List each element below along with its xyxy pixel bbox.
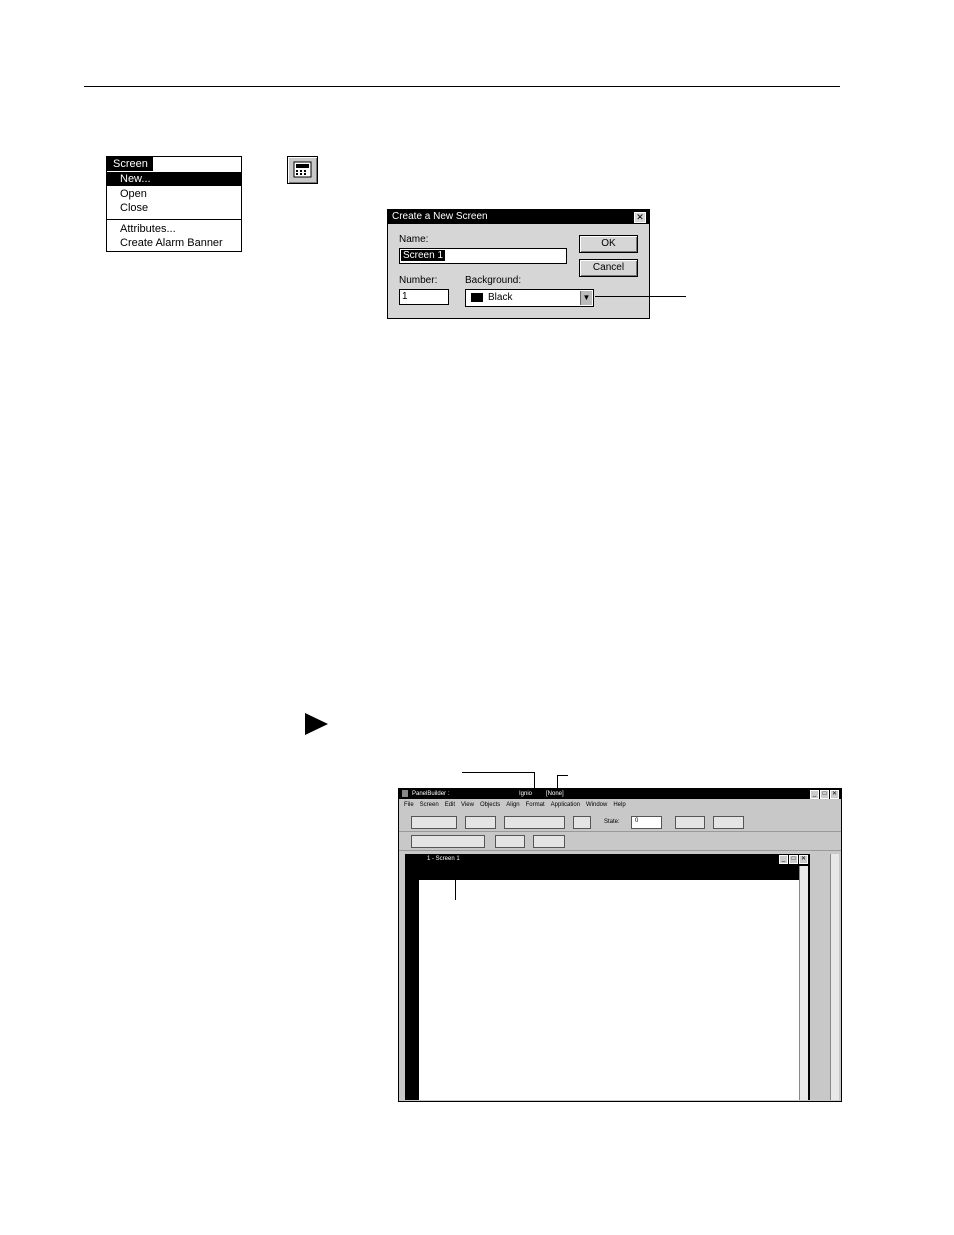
align-tools-button[interactable] xyxy=(411,835,485,848)
main-scrollbar[interactable] xyxy=(830,854,839,1100)
state-step-button[interactable] xyxy=(675,816,705,829)
doc-scrollbar[interactable] xyxy=(799,866,808,1100)
file-tools-button[interactable] xyxy=(411,816,457,829)
pb-menubar: File Screen Edit View Objects Align Format Appl… xyxy=(399,800,841,810)
background-label: Background: xyxy=(465,275,522,286)
screen-canvas[interactable] xyxy=(419,880,799,1100)
menu-separator xyxy=(107,219,241,220)
ok-button[interactable]: OK xyxy=(579,235,638,253)
state-label: State: xyxy=(604,819,620,825)
menu-view[interactable]: View xyxy=(461,802,474,808)
doc-title-bar: 1 - Screen 1 _ □ ✕ xyxy=(405,854,810,864)
menu-window[interactable]: Window xyxy=(586,802,607,808)
pb-terminal-name: [None] xyxy=(546,791,564,797)
screen-document-window: 1 - Screen 1 _ □ ✕ xyxy=(405,854,810,1100)
maximize-icon[interactable]: □ xyxy=(820,790,829,799)
menu-format[interactable]: Format xyxy=(526,802,545,808)
new-screen-icon xyxy=(293,161,312,178)
number-label: Number: xyxy=(399,275,438,286)
menu-help[interactable]: Help xyxy=(613,802,625,808)
state-select[interactable]: 0 xyxy=(631,816,662,829)
zoom-tools-button[interactable] xyxy=(713,816,744,829)
menu-application[interactable]: Application xyxy=(551,802,580,808)
callout-line-terminal xyxy=(557,775,568,776)
screen-menu: Screen New... Open Close Attributes... C… xyxy=(106,156,242,252)
menu-edit[interactable]: Edit xyxy=(445,802,455,808)
menu-file[interactable]: File xyxy=(404,802,414,808)
dialog-title: Create a New Screen xyxy=(392,211,488,222)
pb-title-bar: PanelBuilder : Ignio [None] _ □ ✕ xyxy=(399,789,841,799)
group-tools-button[interactable] xyxy=(495,835,525,848)
menu-align[interactable]: Align xyxy=(506,802,519,808)
pb-toolbar-2 xyxy=(399,832,841,851)
pb-app-title: PanelBuilder : xyxy=(412,791,450,797)
edit-tools-button[interactable] xyxy=(504,816,565,829)
minimize-icon[interactable]: _ xyxy=(779,855,788,864)
order-tools-button[interactable] xyxy=(533,835,565,848)
create-new-screen-dialog: Create a New Screen ✕ Name: Screen 1 OK … xyxy=(387,209,650,319)
number-field[interactable]: 1 xyxy=(399,289,449,305)
app-icon xyxy=(402,790,408,797)
menu-item-attributes[interactable]: Attributes... xyxy=(107,222,241,236)
minimize-icon[interactable]: _ xyxy=(810,790,819,799)
attributes-tool-button[interactable] xyxy=(573,816,591,829)
menu-title[interactable]: Screen xyxy=(107,157,153,171)
print-tools-button[interactable] xyxy=(465,816,496,829)
dialog-title-bar: Create a New Screen ✕ xyxy=(388,210,649,224)
menu-item-create-alarm-banner[interactable]: Create Alarm Banner xyxy=(107,236,241,250)
new-screen-toolbar-button[interactable] xyxy=(287,156,318,184)
pb-file-name: Ignio xyxy=(519,791,533,797)
maximize-icon[interactable]: □ xyxy=(789,855,798,864)
menu-item-new[interactable]: New... xyxy=(107,172,241,186)
menu-item-open[interactable]: Open xyxy=(107,187,241,201)
doc-title: 1 - Screen 1 xyxy=(427,856,460,862)
callout-line-background xyxy=(595,296,686,297)
header-rule xyxy=(84,86,840,87)
note-arrow-icon xyxy=(305,713,328,735)
callout-line-file-name xyxy=(462,772,534,773)
close-icon[interactable]: ✕ xyxy=(799,855,808,864)
cancel-button[interactable]: Cancel xyxy=(579,259,638,277)
pb-toolbar-1: State: 0 xyxy=(399,813,841,832)
name-field[interactable]: Screen 1 xyxy=(399,248,567,264)
close-icon[interactable]: ✕ xyxy=(830,790,839,799)
background-select[interactable]: Black ▼ xyxy=(465,289,594,307)
chevron-down-icon[interactable]: ▼ xyxy=(580,291,592,305)
panelbuilder-window: PanelBuilder : Ignio [None] _ □ ✕ File Sc… xyxy=(398,788,842,1102)
name-label: Name: xyxy=(399,234,429,245)
close-icon[interactable]: ✕ xyxy=(634,212,646,223)
menu-item-close[interactable]: Close xyxy=(107,201,241,215)
menu-screen[interactable]: Screen xyxy=(420,802,439,808)
callout-line-doc-title xyxy=(455,872,456,900)
color-swatch xyxy=(471,293,483,302)
background-value: Black xyxy=(488,292,513,303)
menu-objects[interactable]: Objects xyxy=(480,802,500,808)
